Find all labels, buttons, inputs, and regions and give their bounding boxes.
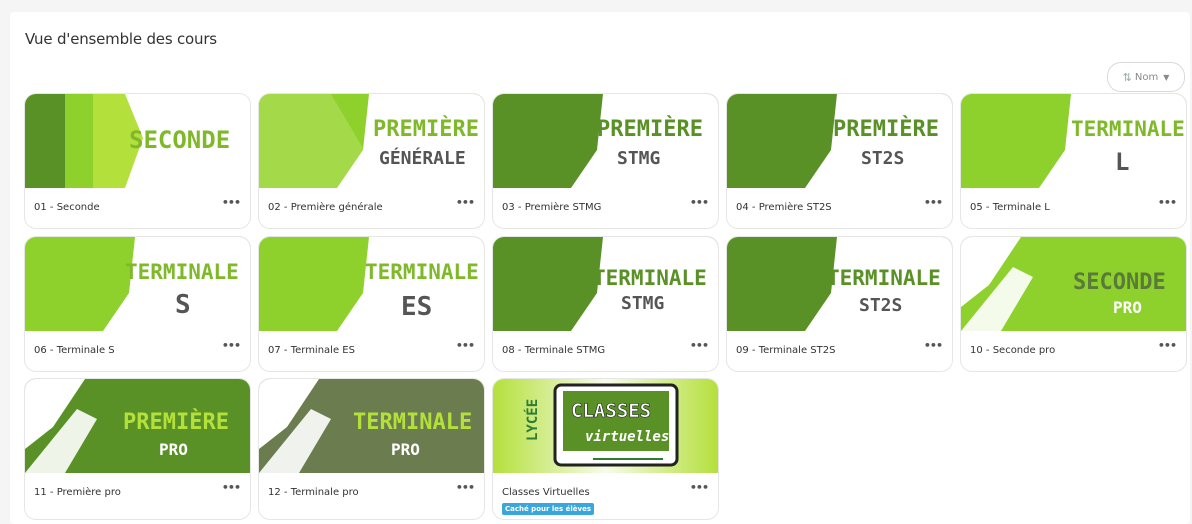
course-card[interactable]: TERMINALE STMG 08 - Terminale STMG ••• [492, 236, 719, 372]
sort-label: Nom [1134, 71, 1159, 83]
banner-line2: PRO [159, 440, 188, 459]
course-title[interactable]: 05 - Terminale L [970, 202, 1050, 213]
banner-line1: CLASSES [571, 400, 651, 422]
course-card[interactable]: TERMINALE S 06 - Terminale S ••• [24, 236, 251, 372]
course-title[interactable]: 12 - Terminale pro [268, 487, 359, 498]
course-title[interactable]: 03 - Première STMG [502, 202, 601, 213]
more-options-icon[interactable]: ••• [690, 196, 709, 209]
more-options-icon[interactable]: ••• [222, 481, 241, 494]
banner-line1: TERMINALE [365, 260, 479, 284]
course-banner: TERMINALE S [25, 237, 250, 331]
more-options-icon[interactable]: ••• [690, 481, 709, 494]
banner-line1: TERMINALE [125, 260, 239, 284]
course-title[interactable]: 04 - Première ST2S [736, 202, 832, 213]
more-options-icon[interactable]: ••• [456, 196, 475, 209]
course-card[interactable]: SECONDE 01 - Seconde ••• [24, 93, 251, 229]
course-banner: LYCÉE CLASSES virtuelles [493, 379, 718, 473]
banner-line2: ST2S [859, 295, 902, 316]
banner-line2: ST2S [861, 148, 904, 169]
course-banner: TERMINALE STMG [493, 237, 718, 331]
course-banner: PREMIÈRE PRO [25, 379, 250, 473]
course-card[interactable]: SECONDE PRO 10 - Seconde pro ••• [960, 236, 1187, 372]
banner-line2: PRO [391, 440, 420, 459]
banner-line2: PRO [1113, 298, 1142, 317]
banner-line1: TERMINALE [353, 410, 472, 435]
course-banner: PREMIÈRE ST2S [727, 94, 952, 188]
banner-side-label: LYCÉE [524, 399, 541, 441]
course-title[interactable]: 08 - Terminale STMG [502, 345, 605, 356]
banner-line1: SECONDE [129, 126, 230, 154]
more-options-icon[interactable]: ••• [456, 339, 475, 352]
more-options-icon[interactable]: ••• [456, 481, 475, 494]
course-banner: SECONDE PRO [961, 237, 1186, 331]
course-title[interactable]: 10 - Seconde pro [970, 345, 1055, 356]
page-title: Vue d'ensemble des cours [25, 30, 217, 48]
sort-button[interactable]: ⇅ Nom ▼ [1107, 62, 1185, 92]
chevron-down-icon: ▼ [1163, 72, 1170, 82]
course-banner: TERMINALE PRO [259, 379, 484, 473]
course-banner: PREMIÈRE GÉNÉRALE [259, 94, 484, 188]
more-options-icon[interactable]: ••• [222, 196, 241, 209]
course-banner: TERMINALE ST2S [727, 237, 952, 331]
course-title[interactable]: 01 - Seconde [34, 202, 100, 213]
course-banner: TERMINALE ES [259, 237, 484, 331]
banner-line2: S [175, 290, 191, 320]
course-banner: SECONDE [25, 94, 250, 188]
banner-line1: TERMINALE [593, 266, 707, 290]
course-card[interactable]: TERMINALE ES 07 - Terminale ES ••• [258, 236, 485, 372]
course-banner: PREMIÈRE STMG [493, 94, 718, 188]
banner-line1: TERMINALE [1071, 117, 1185, 141]
hidden-from-students-badge: Caché pour les élèves [502, 503, 594, 515]
course-title[interactable]: 06 - Terminale S [34, 345, 115, 356]
course-title[interactable]: 09 - Terminale ST2S [736, 345, 835, 356]
more-options-icon[interactable]: ••• [924, 339, 943, 352]
banner-line1: PREMIÈRE [833, 116, 939, 142]
course-title[interactable]: 11 - Première pro [34, 487, 121, 498]
banner-line1: PREMIÈRE [373, 116, 479, 142]
course-card[interactable]: PREMIÈRE STMG 03 - Première STMG ••• [492, 93, 719, 229]
course-card[interactable]: TERMINALE L 05 - Terminale L ••• [960, 93, 1187, 229]
sort-icon: ⇅ [1122, 70, 1132, 84]
banner-line2: L [1115, 148, 1129, 176]
banner-line2: GÉNÉRALE [379, 147, 466, 169]
banner-line1: TERMINALE [827, 266, 941, 290]
more-options-icon[interactable]: ••• [1158, 339, 1177, 352]
more-options-icon[interactable]: ••• [924, 196, 943, 209]
banner-line1: SECONDE [1073, 270, 1166, 295]
more-options-icon[interactable]: ••• [1158, 196, 1177, 209]
course-banner: TERMINALE L [961, 94, 1186, 188]
more-options-icon[interactable]: ••• [690, 339, 709, 352]
course-card[interactable]: PREMIÈRE GÉNÉRALE 02 - Première générale… [258, 93, 485, 229]
course-title[interactable]: 02 - Première générale [268, 202, 383, 213]
course-card[interactable]: PREMIÈRE PRO 11 - Première pro ••• [24, 378, 251, 520]
course-card[interactable]: LYCÉE CLASSES virtuelles Classes Virtuel… [492, 378, 719, 520]
more-options-icon[interactable]: ••• [222, 339, 241, 352]
banner-line2: STMG [621, 293, 664, 314]
course-card[interactable]: TERMINALE PRO 12 - Terminale pro ••• [258, 378, 485, 520]
banner-line1: PREMIÈRE [597, 116, 703, 142]
banner-line2: ES [401, 292, 432, 322]
course-card[interactable]: PREMIÈRE ST2S 04 - Première ST2S ••• [726, 93, 953, 229]
course-card[interactable]: TERMINALE ST2S 09 - Terminale ST2S ••• [726, 236, 953, 372]
course-title[interactable]: 07 - Terminale ES [268, 345, 355, 356]
banner-line1: PREMIÈRE [123, 409, 229, 435]
banner-line2: STMG [617, 148, 660, 169]
banner-line2: virtuelles [585, 429, 669, 445]
course-title[interactable]: Classes Virtuelles [502, 487, 590, 498]
